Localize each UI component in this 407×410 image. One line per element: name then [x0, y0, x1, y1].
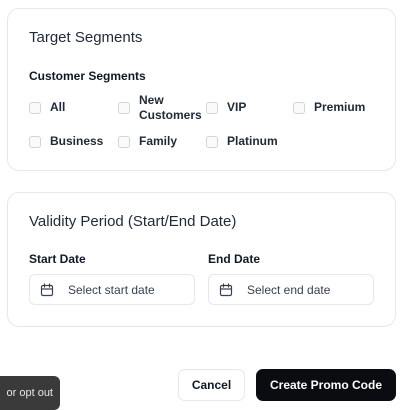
segment-checkbox-all[interactable]: All [29, 100, 65, 115]
segment-label-family: Family [139, 134, 178, 148]
validity-period-title: Validity Period (Start/End Date) [29, 213, 237, 230]
checkbox-icon[interactable] [206, 101, 218, 114]
segment-checkbox-premium[interactable]: Premium [293, 100, 365, 115]
target-segments-title: Target Segments [29, 29, 143, 46]
cancel-button[interactable]: Cancel [178, 369, 245, 401]
checkbox-icon[interactable] [118, 135, 130, 148]
checkbox-icon[interactable] [29, 101, 41, 114]
target-segments-card: Target Segments Customer Segments All Ne… [7, 8, 396, 171]
customer-segments-label: Customer Segments [29, 69, 146, 83]
segment-label-vip: VIP [227, 100, 247, 114]
start-date-label: Start Date [29, 252, 86, 266]
segment-label-all: All [50, 100, 66, 114]
calendar-icon [219, 282, 233, 296]
end-date-label: End Date [208, 252, 261, 266]
segment-checkbox-vip[interactable]: VIP [206, 100, 246, 115]
segment-checkbox-platinum[interactable]: Platinum [206, 134, 278, 149]
end-date-placeholder: Select end date [247, 282, 331, 297]
segment-label-premium: Premium [314, 100, 366, 114]
checkbox-icon[interactable] [206, 135, 218, 148]
segment-label-business: Business [50, 134, 104, 148]
start-date-picker[interactable]: Select start date [29, 274, 195, 305]
segment-checkbox-business[interactable]: Business [29, 134, 103, 149]
opt-out-toast[interactable]: or opt out [0, 376, 60, 410]
checkbox-icon[interactable] [293, 101, 305, 114]
checkbox-icon[interactable] [29, 135, 41, 148]
promo-code-form: Target Segments Customer Segments All Ne… [0, 0, 407, 410]
segment-label-new-customers: New Customers [139, 93, 202, 122]
start-date-placeholder: Select start date [68, 282, 155, 297]
segment-label-platinum: Platinum [227, 134, 278, 148]
end-date-picker[interactable]: Select end date [208, 274, 374, 305]
create-promo-code-button[interactable]: Create Promo Code [256, 369, 396, 401]
validity-period-card: Validity Period (Start/End Date) Start D… [7, 192, 396, 327]
checkbox-icon[interactable] [118, 102, 130, 114]
segment-checkbox-family[interactable]: Family [118, 134, 177, 149]
segment-checkbox-new-customers[interactable]: New Customers [118, 93, 209, 123]
calendar-icon [40, 282, 54, 296]
